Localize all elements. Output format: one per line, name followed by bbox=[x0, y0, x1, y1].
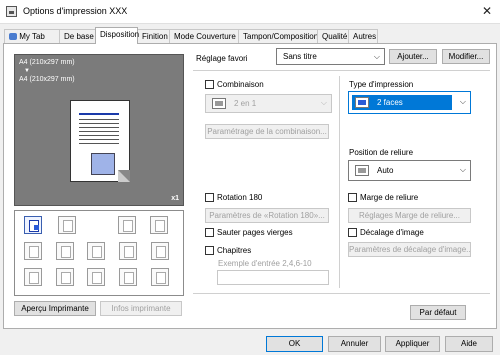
combine-layout-icon bbox=[212, 98, 226, 109]
title-bar: Options d'impression XXX ✕ bbox=[0, 0, 500, 24]
tab-disposition[interactable]: Disposition bbox=[95, 27, 139, 44]
duplex-page-icon bbox=[355, 97, 369, 108]
combinaison-settings-button: Paramétrage de la combinaison... bbox=[205, 124, 329, 139]
binding-margin-settings-button: Réglages Marge de reliure... bbox=[348, 208, 471, 223]
combinaison-select: 2 en 1 ⌵ bbox=[205, 94, 332, 113]
apply-button[interactable]: Appliquer bbox=[385, 336, 440, 352]
image-shift-settings-button: Paramètres de décalage d'image... bbox=[348, 242, 471, 257]
ok-button[interactable]: OK bbox=[266, 336, 323, 352]
favorites-value: Sans titre bbox=[283, 52, 317, 61]
blank-page-icon[interactable] bbox=[119, 268, 137, 286]
print-preview: A4 (210x297 mm) ▼ A4 (210x297 mm) x1 bbox=[14, 54, 184, 206]
rotation-settings-button: Paramètres de «Rotation 180»... bbox=[205, 208, 329, 223]
poster-icon[interactable] bbox=[58, 216, 76, 234]
binding-position-icon bbox=[355, 165, 369, 176]
infos-imprimante-button: Infos imprimante bbox=[100, 301, 182, 316]
skip-blank-label: Sauter pages vierges bbox=[217, 228, 293, 237]
default-button[interactable]: Par défaut bbox=[410, 305, 466, 320]
chevron-down-icon: ⌵ bbox=[320, 98, 327, 107]
skip-blank-checkbox[interactable] bbox=[205, 228, 214, 237]
arrow-down-icon: ▼ bbox=[24, 68, 30, 74]
combinaison-value: 2 en 1 bbox=[234, 99, 257, 108]
tab-qualite[interactable]: Qualité bbox=[317, 29, 349, 43]
binding-select[interactable]: Auto ⌵ bbox=[348, 160, 471, 181]
copies-count: x1 bbox=[171, 195, 179, 202]
chevron-down-icon: ⌵ bbox=[459, 165, 466, 174]
tab-my-tab[interactable]: My Tab bbox=[4, 29, 60, 43]
chapters-checkbox[interactable] bbox=[205, 246, 214, 255]
layout-combine-icon[interactable] bbox=[24, 216, 42, 234]
chapters-label: Chapitres bbox=[217, 246, 252, 255]
booklet-icon[interactable] bbox=[118, 216, 136, 234]
header-footer-icon[interactable] bbox=[24, 268, 42, 286]
window-title: Options d'impression XXX bbox=[23, 6, 128, 16]
column-divider bbox=[339, 76, 340, 288]
binding-value: Auto bbox=[377, 166, 394, 175]
rotation-checkbox[interactable] bbox=[205, 193, 214, 202]
overlay-icon[interactable] bbox=[119, 242, 137, 260]
tab-label: My Tab bbox=[19, 32, 45, 41]
printer-icon bbox=[6, 6, 17, 17]
print-type-select[interactable]: 2 faces ⌵ bbox=[348, 91, 471, 114]
favorites-label: Réglage favori bbox=[196, 54, 248, 63]
chevron-down-icon: ⌵ bbox=[373, 52, 380, 61]
print-type-label: Type d'impression bbox=[349, 80, 414, 89]
combinaison-checkbox[interactable] bbox=[205, 80, 214, 89]
image-shift-label: Décalage d'image bbox=[360, 228, 424, 237]
modify-favorite-button[interactable]: Modifier... bbox=[442, 49, 490, 64]
chapters-example: Exemple d'entrée 2,4,6-10 bbox=[218, 259, 312, 268]
tab-tampon-composition[interactable]: Tampon/Composition bbox=[238, 29, 318, 43]
stamp-icon[interactable] bbox=[87, 268, 105, 286]
chevron-down-icon: ⌵ bbox=[459, 97, 466, 106]
binding-icon[interactable] bbox=[56, 242, 74, 260]
duplex-icon[interactable] bbox=[24, 242, 42, 260]
binding-margin-checkbox[interactable] bbox=[348, 193, 357, 202]
help-button[interactable]: Aide bbox=[445, 336, 493, 352]
chapters-input bbox=[217, 270, 329, 285]
function-icon-grid bbox=[14, 210, 184, 296]
tab-mode-couverture[interactable]: Mode Couverture bbox=[169, 29, 239, 43]
tab-de-base[interactable]: De base bbox=[59, 29, 96, 43]
my-tab-icon bbox=[9, 33, 17, 40]
favorites-select[interactable]: Sans titre ⌵ bbox=[276, 48, 385, 65]
apercu-imprimante-button[interactable]: Aperçu Imprimante bbox=[14, 301, 96, 316]
page-preview bbox=[70, 100, 132, 184]
paper-size-bottom: A4 (210x297 mm) bbox=[19, 76, 75, 83]
divider bbox=[193, 293, 490, 294]
binding-label: Position de reliure bbox=[349, 148, 414, 157]
chapter-icon[interactable] bbox=[151, 268, 169, 286]
binding-margin-label: Marge de reliure bbox=[360, 193, 419, 202]
cancel-button[interactable]: Annuler bbox=[328, 336, 381, 352]
copy-protect-icon[interactable] bbox=[56, 268, 74, 286]
image-shift-checkbox[interactable] bbox=[348, 228, 357, 237]
combinaison-label: Combinaison bbox=[217, 80, 264, 89]
rotation-label: Rotation 180 bbox=[217, 193, 263, 202]
divider bbox=[193, 70, 490, 71]
tab-autres[interactable]: Autres bbox=[348, 29, 378, 43]
margin-icon[interactable] bbox=[87, 242, 105, 260]
close-icon[interactable]: ✕ bbox=[482, 4, 492, 18]
print-type-value: 2 faces bbox=[377, 98, 403, 107]
paper-size-top: A4 (210x297 mm) bbox=[19, 59, 75, 66]
tab-finition[interactable]: Finition bbox=[137, 29, 170, 43]
add-favorite-button[interactable]: Ajouter... bbox=[389, 49, 437, 64]
watermark-icon[interactable] bbox=[151, 242, 169, 260]
page-rotate-icon[interactable] bbox=[150, 216, 168, 234]
